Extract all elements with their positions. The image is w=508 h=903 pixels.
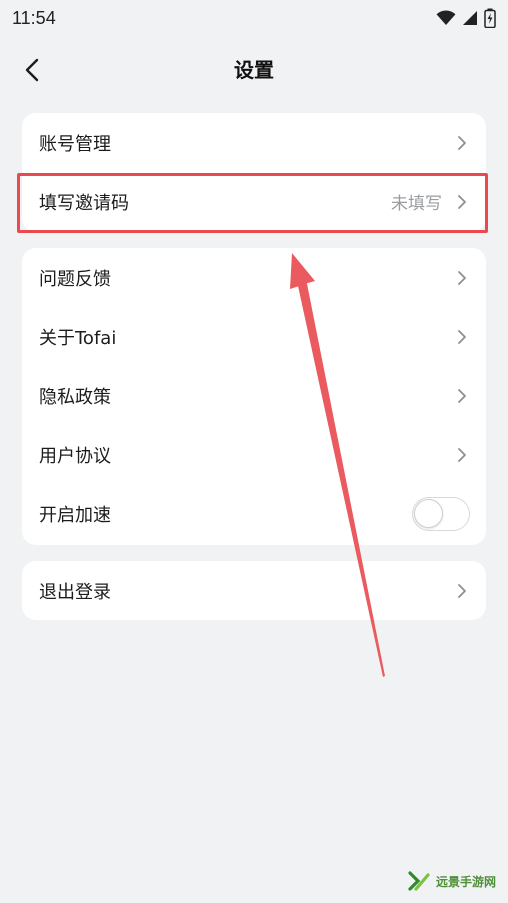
nav-bar: 设置 xyxy=(0,40,508,96)
privacy-policy-row[interactable]: 隐私政策 xyxy=(22,366,486,425)
status-bar: 11:54 xyxy=(0,0,508,36)
row-label: 退出登录 xyxy=(39,581,111,603)
wifi-icon xyxy=(436,10,456,25)
chevron-right-icon xyxy=(458,194,466,209)
row-label: 关于Tofai xyxy=(39,327,117,349)
row-label: 隐私政策 xyxy=(39,386,111,408)
chevron-right-icon xyxy=(458,329,466,344)
watermark: 远景手游网 xyxy=(408,871,496,891)
acceleration-toggle[interactable] xyxy=(412,496,470,531)
row-label: 填写邀请码 xyxy=(39,192,129,214)
watermark-text: 远景手游网 xyxy=(435,874,496,889)
logo-icon xyxy=(408,871,430,891)
status-time: 11:54 xyxy=(12,7,56,28)
about-row[interactable]: 关于Tofai xyxy=(22,307,486,366)
row-label: 问题反馈 xyxy=(39,268,111,290)
logout-card: 退出登录 xyxy=(22,561,486,620)
status-icons xyxy=(436,8,496,28)
row-label: 用户协议 xyxy=(39,445,111,467)
chevron-right-icon xyxy=(458,583,466,598)
logout-row[interactable]: 退出登录 xyxy=(22,561,486,620)
back-button[interactable] xyxy=(14,52,50,88)
chevron-right-icon xyxy=(458,388,466,403)
chevron-right-icon xyxy=(458,135,466,150)
chevron-left-icon xyxy=(25,58,39,82)
invite-code-status: 未填写 xyxy=(391,194,442,214)
toggle-knob xyxy=(414,498,443,528)
row-label: 账号管理 xyxy=(39,133,111,155)
acceleration-row: 开启加速 xyxy=(22,484,486,543)
settings-card: 问题反馈 关于Tofai 隐私政策 用户协议 开启加速 xyxy=(22,248,486,545)
account-management-row[interactable]: 账号管理 xyxy=(22,113,486,172)
signal-icon xyxy=(463,11,477,25)
account-card: 账号管理 填写邀请码 未填写 xyxy=(22,113,486,232)
row-label: 开启加速 xyxy=(39,504,111,526)
user-agreement-row[interactable]: 用户协议 xyxy=(22,425,486,484)
battery-icon xyxy=(484,8,496,28)
feedback-row[interactable]: 问题反馈 xyxy=(22,248,486,307)
page-title: 设置 xyxy=(234,57,274,82)
chevron-right-icon xyxy=(458,447,466,462)
chevron-right-icon xyxy=(458,270,466,285)
invite-code-row[interactable]: 填写邀请码 未填写 xyxy=(22,172,486,231)
